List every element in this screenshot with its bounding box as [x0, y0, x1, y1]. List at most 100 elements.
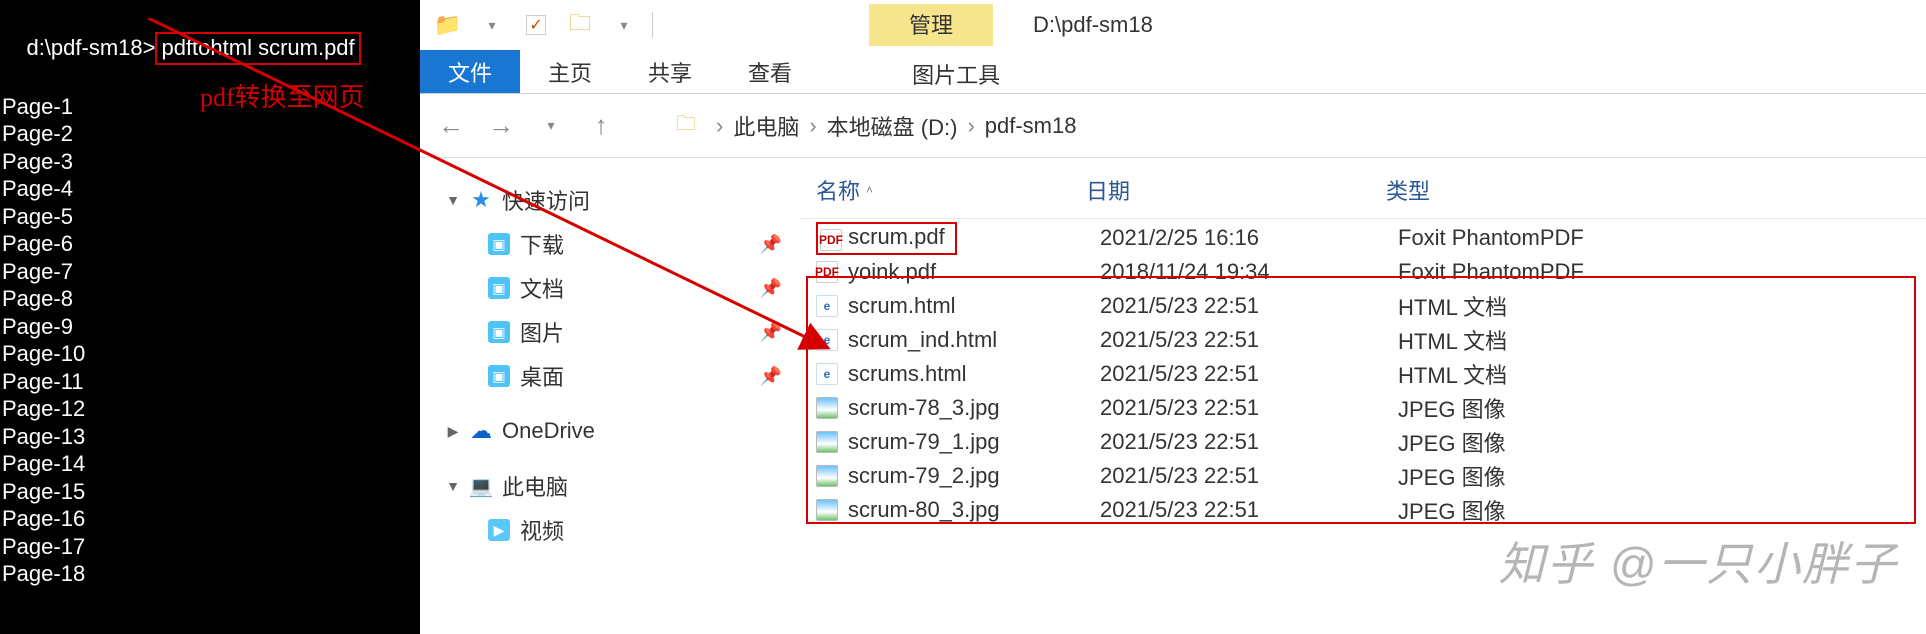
file-row[interactable]: PDF scrum.pdf2021/2/25 16:16Foxit Phanto…: [810, 221, 1926, 255]
jpg-file-icon: [816, 397, 838, 419]
file-row[interactable]: scrum-79_2.jpg2021/5/23 22:51JPEG 图像: [810, 459, 1926, 493]
file-name-cell: scrum-79_2.jpg: [816, 463, 1100, 489]
qat-folder-icon[interactable]: 🗀: [558, 1, 602, 49]
file-date-cell: 2021/5/23 22:51: [1100, 293, 1398, 319]
tab-context[interactable]: 图片工具: [884, 50, 1028, 93]
qat-dropdown-icon[interactable]: ▾: [470, 1, 514, 49]
chevron-down-icon: ▼: [446, 478, 460, 494]
file-row[interactable]: scrum-80_3.jpg2021/5/23 22:51JPEG 图像: [810, 493, 1926, 527]
ribbon-context-label: 管理: [869, 4, 993, 46]
col-name[interactable]: 名称 ˄: [816, 174, 1086, 206]
title-bar: 📁 ▾ ✓ 🗀 ▾ 管理 D:\pdf-sm18: [420, 0, 1926, 50]
file-list: PDF scrum.pdf2021/2/25 16:16Foxit Phanto…: [800, 219, 1926, 527]
pin-icon[interactable]: 📌: [760, 234, 782, 255]
crumb-sep-icon: ›: [716, 113, 723, 139]
file-list-pane: 名称 ˄ 日期 类型 PDF scrum.pdf2021/2/25 16:16F…: [800, 158, 1926, 634]
nav-up-button[interactable]: ↑: [586, 110, 616, 141]
tab-home[interactable]: 主页: [520, 50, 620, 93]
file-name-text: scrum-79_2.jpg: [848, 463, 1000, 489]
terminal-output-line: Page-10: [2, 340, 418, 368]
tree-quick-item[interactable]: ▣桌面📌: [430, 354, 800, 398]
file-type-cell: HTML 文档: [1398, 358, 1926, 390]
chevron-right-icon: ▶: [446, 423, 460, 440]
file-row[interactable]: PDFyoink.pdf2018/11/24 19:34Foxit Phanto…: [810, 255, 1926, 289]
qat-dropdown2-icon[interactable]: ▾: [602, 1, 646, 49]
jpg-file-icon: [816, 465, 838, 487]
terminal-output: Page-1Page-2Page-3Page-4Page-5Page-6Page…: [2, 93, 418, 588]
file-date-cell: 2021/5/23 22:51: [1100, 361, 1398, 387]
sort-indicator-icon: ˄: [866, 183, 873, 197]
nav-back-button[interactable]: ←: [436, 110, 466, 141]
html-file-icon: e: [816, 363, 838, 385]
tab-share[interactable]: 共享: [620, 50, 720, 93]
nav-history-dropdown[interactable]: ▾: [536, 117, 566, 134]
qat-properties-button[interactable]: ✓: [526, 15, 546, 35]
html-file-icon: e: [816, 295, 838, 317]
tab-file[interactable]: 文件: [420, 50, 520, 93]
quick-access-label: 快速访问: [502, 184, 590, 216]
jpg-file-icon: [816, 431, 838, 453]
explorer-folder-icon: 📁: [426, 1, 470, 49]
file-row[interactable]: scrum-79_1.jpg2021/5/23 22:51JPEG 图像: [810, 425, 1926, 459]
folder-icon: ▣: [488, 321, 510, 343]
file-type-cell: Foxit PhantomPDF: [1398, 225, 1926, 251]
pin-icon[interactable]: 📌: [760, 366, 782, 387]
pin-icon[interactable]: 📌: [760, 322, 782, 343]
file-name-text: scrum-79_1.jpg: [848, 429, 1000, 455]
file-row[interactable]: escrums.html2021/5/23 22:51HTML 文档: [810, 357, 1926, 391]
file-date-cell: 2021/5/23 22:51: [1100, 327, 1398, 353]
nav-forward-button[interactable]: →: [486, 110, 516, 141]
crumb-sep-icon: ›: [967, 113, 974, 139]
breadcrumb-item[interactable]: pdf-sm18: [985, 113, 1077, 139]
tab-view[interactable]: 查看: [720, 50, 820, 93]
tree-quick-item[interactable]: ▣文档📌: [430, 266, 800, 310]
pin-icon[interactable]: 📌: [760, 278, 782, 299]
file-name-cell: escrum_ind.html: [816, 327, 1100, 353]
terminal-output-line: Page-7: [2, 258, 418, 286]
col-type-label: 类型: [1386, 174, 1430, 206]
pdf-file-icon: PDF: [820, 229, 842, 251]
terminal-output-line: Page-13: [2, 423, 418, 451]
file-date-cell: 2021/5/23 22:51: [1100, 429, 1398, 455]
file-name-cell: escrums.html: [816, 361, 1100, 387]
file-type-cell: HTML 文档: [1398, 324, 1926, 356]
file-date-cell: 2021/5/23 22:51: [1100, 463, 1398, 489]
terminal-output-line: Page-3: [2, 148, 418, 176]
crumb-sep-icon: ›: [809, 113, 816, 139]
terminal-output-line: Page-6: [2, 230, 418, 258]
tree-onedrive[interactable]: ▶ ☁ OneDrive: [430, 412, 800, 450]
tree-item-label: 文档: [520, 272, 564, 304]
star-icon: ★: [470, 189, 492, 211]
column-headers: 名称 ˄ 日期 类型: [800, 158, 1926, 219]
file-name-text: scrum-80_3.jpg: [848, 497, 1000, 523]
terminal-output-line: Page-16: [2, 505, 418, 533]
breadcrumb-item[interactable]: 本地磁盘 (D:): [827, 110, 958, 142]
breadcrumb-item[interactable]: 此电脑: [733, 110, 799, 142]
ribbon-tabs: 文件 主页 共享 查看 图片工具: [420, 50, 1926, 94]
col-date[interactable]: 日期: [1086, 174, 1386, 206]
file-explorer: 📁 ▾ ✓ 🗀 ▾ 管理 D:\pdf-sm18 文件 主页 共享 查看 图片工…: [420, 0, 1926, 634]
terminal-pane[interactable]: d:\pdf-sm18>pdftohtml scrum.pdf Page-1Pa…: [0, 0, 420, 634]
file-row[interactable]: escrum_ind.html2021/5/23 22:51HTML 文档: [810, 323, 1926, 357]
tree-item-label: 下载: [520, 228, 564, 260]
folder-icon: ▣: [488, 365, 510, 387]
tree-quick-access[interactable]: ▼ ★ 快速访问: [430, 178, 800, 222]
col-date-label: 日期: [1086, 174, 1130, 206]
explorer-body: ▼ ★ 快速访问 ▣下载📌▣文档📌▣图片📌▣桌面📌 ▶ ☁ OneDrive ▼…: [420, 158, 1926, 634]
tree-quick-item[interactable]: ▣下载📌: [430, 222, 800, 266]
tree-quick-item[interactable]: ▣ 图片 📌: [430, 310, 800, 354]
file-row[interactable]: scrum-78_3.jpg2021/5/23 22:51JPEG 图像: [810, 391, 1926, 425]
terminal-output-line: Page-18: [2, 560, 418, 588]
tree-item-label: 图片: [520, 316, 564, 348]
file-row[interactable]: escrum.html2021/5/23 22:51HTML 文档: [810, 289, 1926, 323]
this-pc-label: 此电脑: [502, 470, 568, 502]
terminal-output-line: Page-17: [2, 533, 418, 561]
tree-this-pc[interactable]: ▼ 💻 此电脑: [430, 464, 800, 508]
file-name-cell: PDF scrum.pdf: [816, 222, 1100, 255]
tree-videos[interactable]: ▶ 视频: [430, 508, 800, 552]
file-date-cell: 2018/11/24 19:34: [1100, 259, 1398, 285]
chevron-down-icon: ▼: [446, 192, 460, 208]
col-type[interactable]: 类型: [1386, 174, 1926, 206]
file-type-cell: JPEG 图像: [1398, 392, 1926, 424]
file-type-cell: Foxit PhantomPDF: [1398, 259, 1926, 285]
